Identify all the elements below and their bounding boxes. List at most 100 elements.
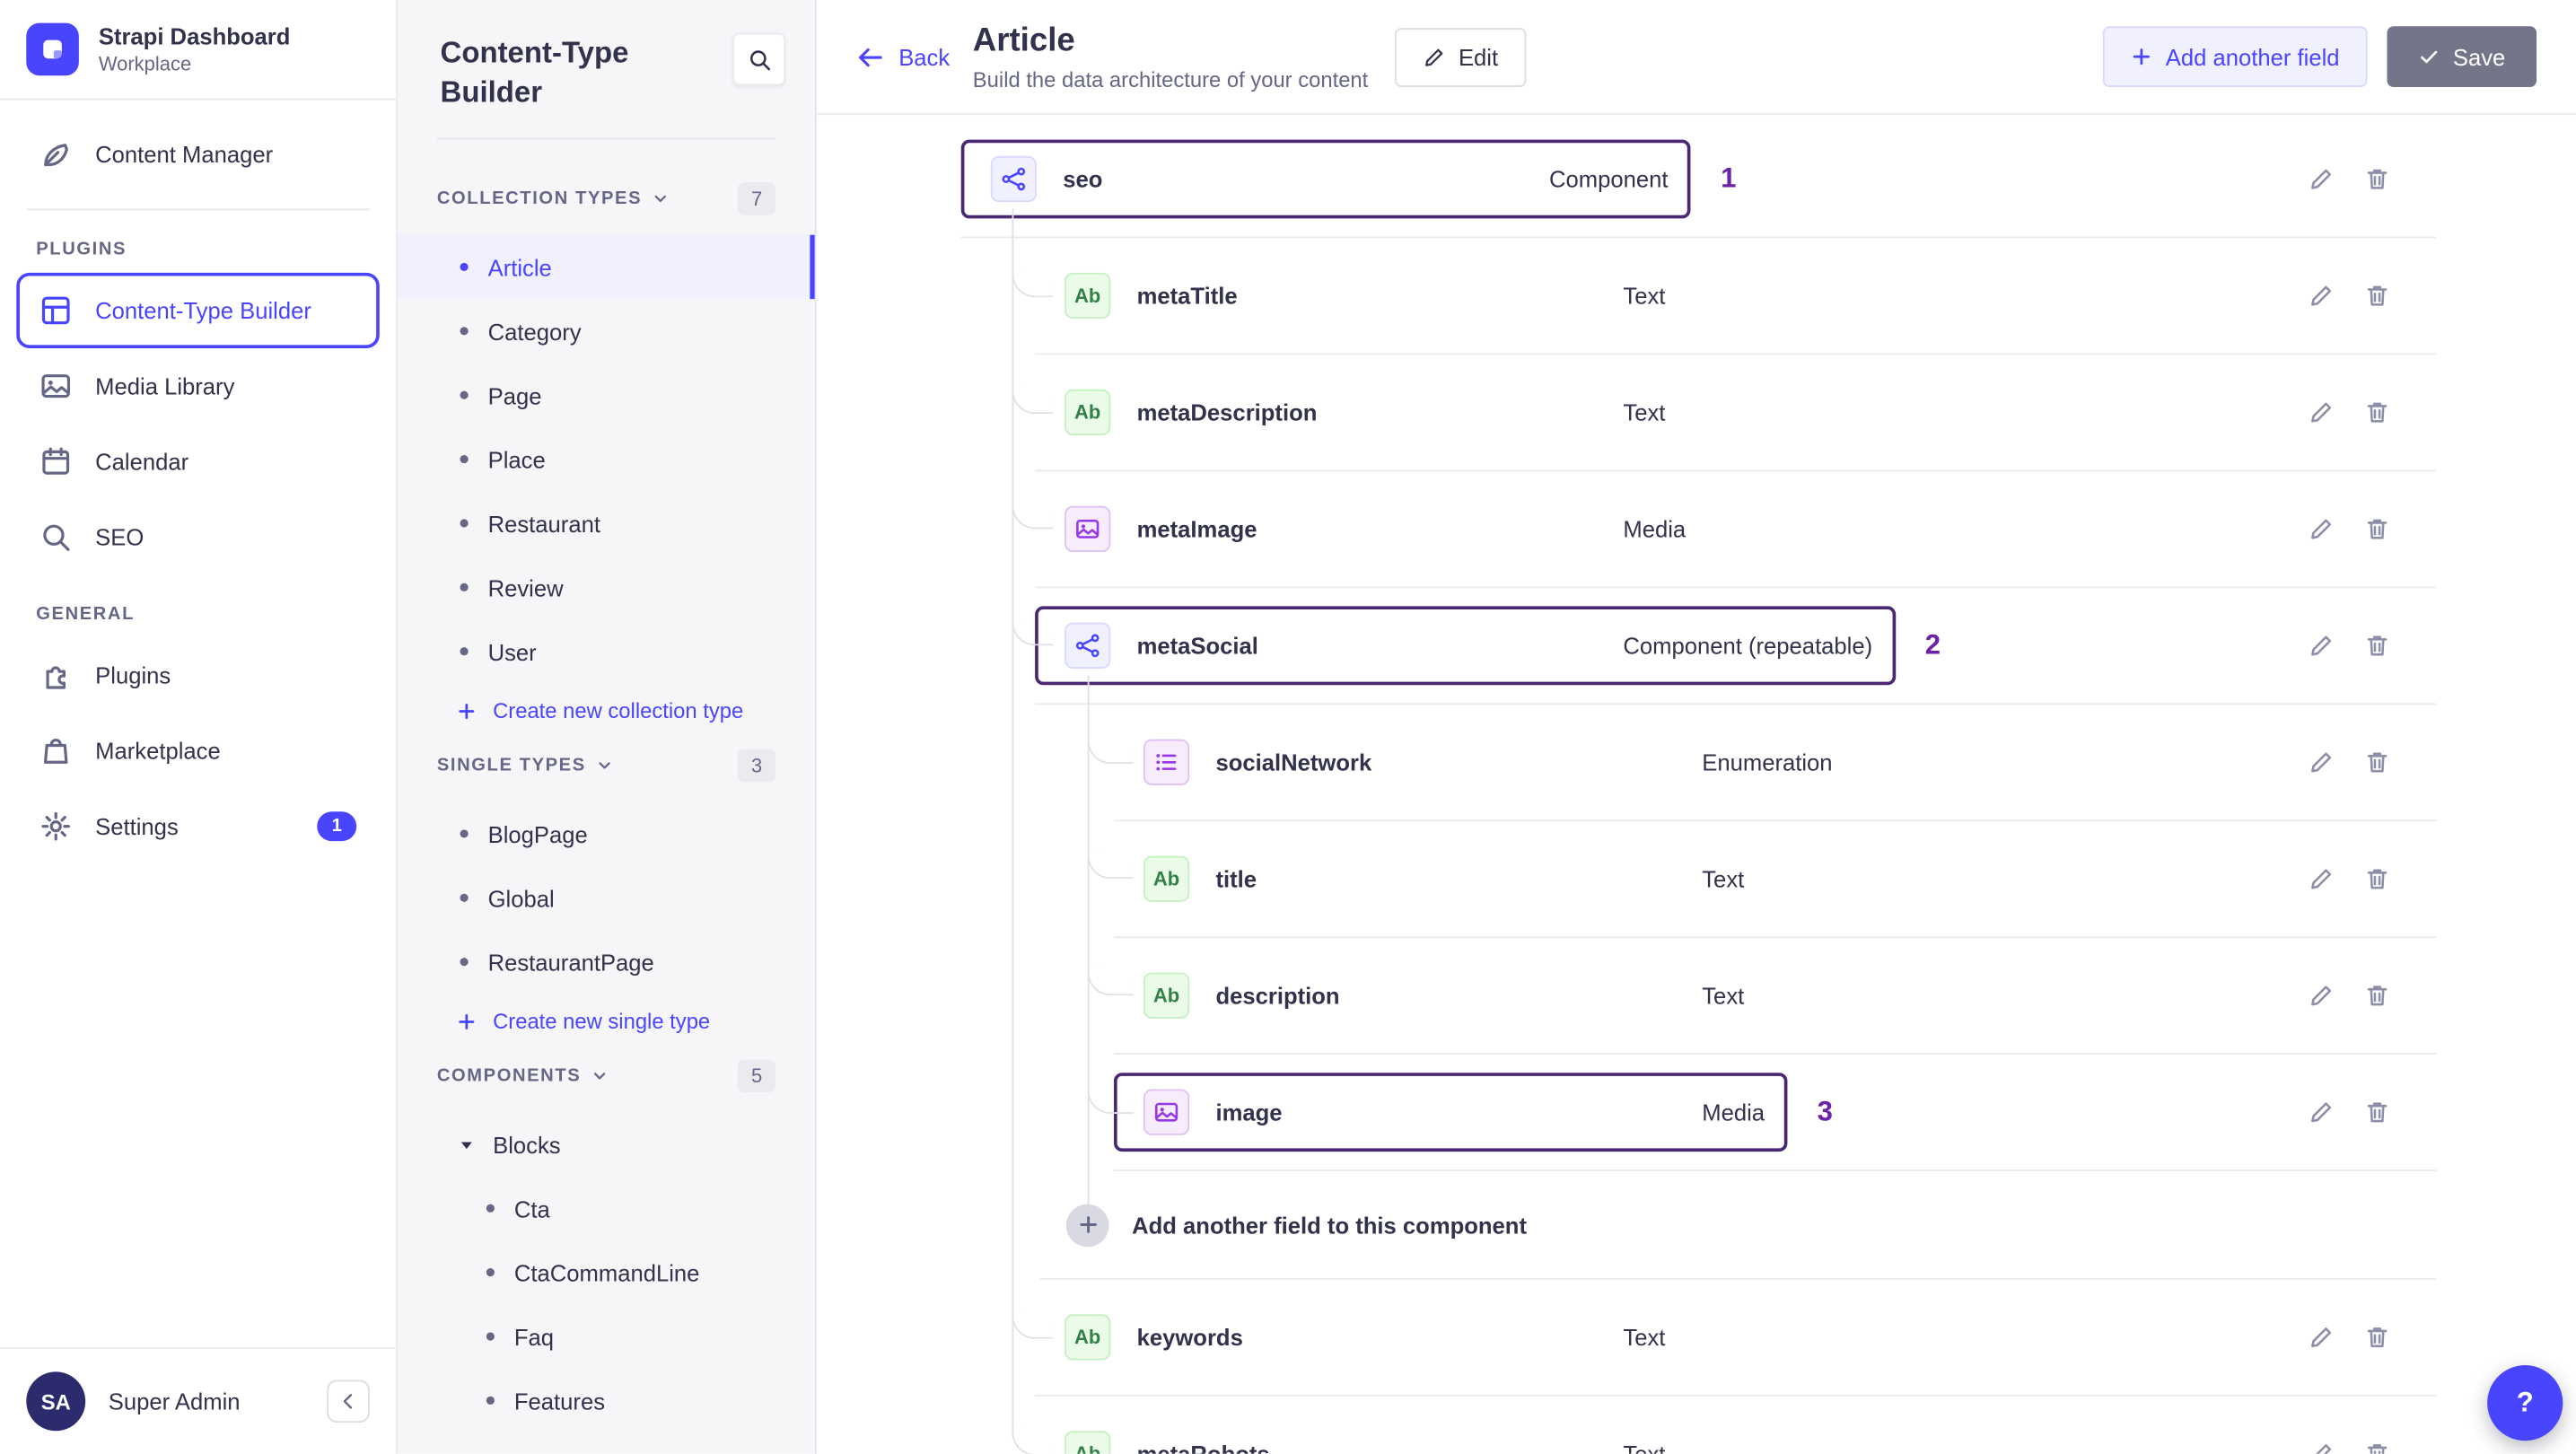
sidebar-item-calendar[interactable]: Calendar <box>16 424 380 499</box>
delete-field-button[interactable] <box>2364 1099 2390 1126</box>
field-type: Component <box>1549 165 1669 193</box>
text-field-icon: Ab <box>1152 984 1180 1008</box>
save-button[interactable]: Save <box>2387 26 2537 88</box>
pencil-icon <box>2309 633 2335 659</box>
field-row-description[interactable]: Ab description Text <box>1113 938 2437 1055</box>
field-name: metaSocial <box>1136 632 1258 659</box>
component-item-ctacommandline[interactable]: CtaCommandLine <box>437 1240 775 1304</box>
settings-icon <box>39 810 73 843</box>
add-field-label: Add another field <box>2165 43 2340 70</box>
trash-icon <box>2364 1099 2390 1126</box>
bullet-icon <box>460 829 469 838</box>
chevron-down-icon <box>591 1068 607 1084</box>
add-another-field-button[interactable]: Add another field <box>2103 26 2368 88</box>
annotation-number: 2 <box>1924 629 1941 661</box>
back-button[interactable]: Back <box>856 42 950 72</box>
sidebar-item-settings[interactable]: Settings 1 <box>16 789 380 864</box>
edit-button[interactable]: Edit <box>1394 27 1527 87</box>
bullet-icon <box>460 519 469 528</box>
component-item-features[interactable]: Features <box>437 1369 775 1432</box>
component-item-faq[interactable]: Faq <box>437 1304 775 1368</box>
sidebar-item-seo[interactable]: SEO <box>16 499 380 574</box>
field-row-keywords[interactable]: Ab keywords Text <box>1035 1280 2437 1397</box>
type-item-global[interactable]: Global <box>437 866 775 930</box>
delete-field-button[interactable] <box>2364 983 2390 1009</box>
edit-field-button[interactable] <box>2309 1324 2335 1350</box>
sidebar-item-media-library[interactable]: Media Library <box>16 348 380 424</box>
field-row-metaimage[interactable]: metaImage Media <box>1035 471 2437 589</box>
add-field-to-component-row[interactable]: Add another field to this component <box>1039 1171 2437 1280</box>
collapse-sidebar-button[interactable] <box>327 1380 370 1423</box>
sidebar-item-content-manager[interactable]: Content Manager <box>16 117 380 192</box>
text-field-icon: Ab <box>1065 272 1111 320</box>
delete-field-button[interactable] <box>2364 866 2390 892</box>
create-new-collection-type-link[interactable]: Create new collection type <box>437 698 775 723</box>
type-item-article[interactable]: Article <box>397 234 815 300</box>
section-toggle[interactable]: COMPONENTS <box>437 1066 581 1086</box>
type-item-place[interactable]: Place <box>437 427 775 491</box>
field-row-socialnetwork[interactable]: socialNetwork Enumeration <box>1113 705 2437 822</box>
delete-field-button[interactable] <box>2364 516 2390 542</box>
bullet-icon <box>460 262 469 272</box>
row-actions <box>2309 283 2391 309</box>
component-category-blocks[interactable]: Blocks <box>437 1112 775 1176</box>
help-button[interactable]: ? <box>2487 1365 2563 1441</box>
edit-field-button[interactable] <box>2309 166 2335 192</box>
edit-field-button[interactable] <box>2309 516 2335 542</box>
pencil-icon <box>2309 1441 2335 1454</box>
sidebar-section-label: GENERAL <box>36 604 136 625</box>
type-item-restaurant[interactable]: Restaurant <box>437 491 775 555</box>
field-row-seo[interactable]: seo Component 1 <box>960 121 2437 239</box>
delete-field-button[interactable] <box>2364 283 2390 309</box>
type-item-restaurantpage[interactable]: RestaurantPage <box>437 930 775 994</box>
edit-field-button[interactable] <box>2309 983 2335 1009</box>
component-item-label: Faq <box>513 1323 555 1350</box>
type-item-user[interactable]: User <box>437 619 775 683</box>
pencil-icon <box>2309 166 2335 192</box>
edit-field-button[interactable] <box>2309 866 2335 892</box>
delete-field-button[interactable] <box>2364 633 2390 659</box>
field-row-metatitle[interactable]: Ab metaTitle Text <box>1035 238 2437 355</box>
type-item-review[interactable]: Review <box>437 556 775 619</box>
delete-field-button[interactable] <box>2364 1324 2390 1350</box>
strapi-logo-icon[interactable] <box>26 22 79 76</box>
trash-icon <box>2364 166 2390 192</box>
edit-field-button[interactable] <box>2309 399 2335 425</box>
type-item-label: Article <box>487 253 552 281</box>
edit-field-button[interactable] <box>2309 1441 2335 1454</box>
edit-field-button[interactable] <box>2309 633 2335 659</box>
field-name: description <box>1215 982 1340 1009</box>
field-row-metasocial[interactable]: metaSocial Component (repeatable) 2 <box>1035 588 2437 705</box>
delete-field-button[interactable] <box>2364 166 2390 192</box>
type-item-category[interactable]: Category <box>437 299 775 363</box>
component-item-label: CtaCommandLine <box>513 1258 700 1286</box>
type-item-blogpage[interactable]: BlogPage <box>437 801 775 865</box>
section-toggle[interactable]: COLLECTION TYPES <box>437 188 642 208</box>
section-header-collection-types: COLLECTION TYPES 7 <box>437 182 775 215</box>
sidebar-item-marketplace[interactable]: Marketplace <box>16 713 380 788</box>
avatar[interactable]: SA <box>26 1371 86 1432</box>
field-row-image[interactable]: image Media 3 <box>1113 1055 2437 1172</box>
row-actions <box>2309 749 2391 775</box>
sidebar-item-content-type-builder[interactable]: Content-Type Builder <box>16 272 380 349</box>
edit-field-button[interactable] <box>2309 749 2335 775</box>
field-row-main: socialNetwork Enumeration <box>1114 723 1855 801</box>
edit-field-button[interactable] <box>2309 283 2335 309</box>
field-row-title[interactable]: Ab title Text <box>1113 821 2437 939</box>
add-field-to-component-button[interactable] <box>1065 1203 1109 1247</box>
search-button[interactable] <box>732 32 785 86</box>
field-row-metarobots[interactable]: Ab metaRobotsText <box>1035 1397 2436 1454</box>
create-new-single-type-link[interactable]: Create new single type <box>437 1009 775 1033</box>
component-item-cta[interactable]: Cta <box>437 1177 775 1240</box>
component-category-label: Blocks <box>493 1131 561 1158</box>
type-item-page[interactable]: Page <box>437 364 775 427</box>
delete-field-button[interactable] <box>2364 749 2390 775</box>
panel-title: Content-Type Builder <box>440 36 629 109</box>
delete-field-button[interactable] <box>2364 1441 2390 1454</box>
sidebar-item-plugins[interactable]: Plugins <box>16 637 380 713</box>
edit-field-button[interactable] <box>2309 1099 2335 1126</box>
delete-field-button[interactable] <box>2364 399 2390 425</box>
section-toggle[interactable]: SINGLE TYPES <box>437 756 586 775</box>
field-name: metaRobots <box>1137 1441 1624 1454</box>
field-row-metadescription[interactable]: Ab metaDescription Text <box>1035 355 2437 472</box>
